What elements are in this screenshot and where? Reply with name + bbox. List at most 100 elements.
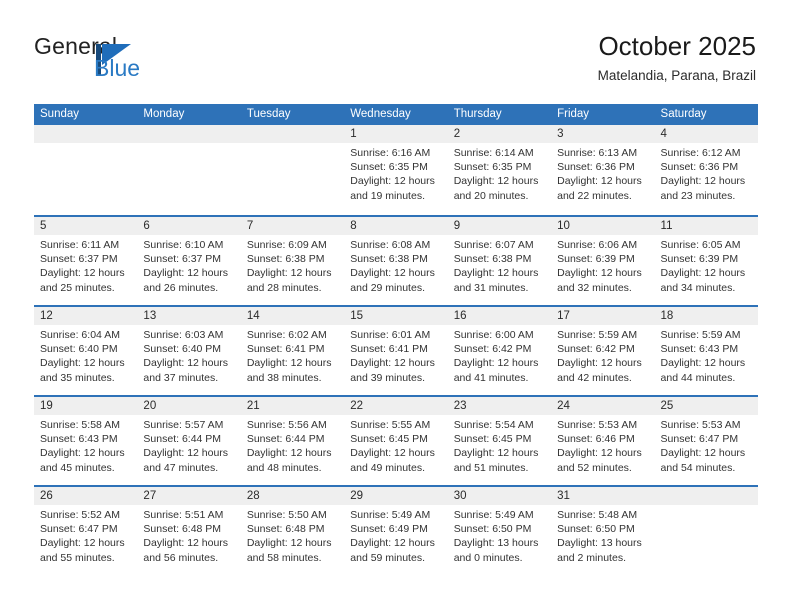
sunset-text: Sunset: 6:50 PM <box>557 523 635 536</box>
page-title: October 2025 <box>598 31 756 61</box>
day-cell[interactable]: 4 Sunrise: 6:12 AM Sunset: 6:36 PM Daylight… <box>655 125 758 215</box>
sunset-text: Sunset: 6:38 PM <box>350 253 428 266</box>
sunrise-text: Sunrise: 5:56 AM <box>246 419 327 431</box>
sunset-text: Sunset: 6:39 PM <box>660 253 739 266</box>
daylight-text-line1: Daylight: 12 hours <box>350 537 435 550</box>
daylight-text-line2: and 0 minutes. <box>453 551 523 564</box>
day-number: 31 <box>557 490 570 502</box>
day-detail-lines: Sunrise: 6:14 AM Sunset: 6:35 PM Daylight:… <box>454 146 545 203</box>
day-cell[interactable]: 24 Sunrise: 5:53 AM Sunset: 6:46 PM Dayligh… <box>551 397 654 485</box>
sunrise-text: Sunrise: 6:01 AM <box>350 329 431 341</box>
day-cell[interactable]: 28 Sunrise: 5:50 AM Sunset: 6:48 PM Dayligh… <box>241 487 344 575</box>
day-detail-lines: Sunrise: 5:59 AM Sunset: 6:43 PM Daylight:… <box>661 328 752 385</box>
sunset-text: Sunset: 6:38 PM <box>453 253 532 266</box>
day-cell[interactable]: 22 Sunrise: 5:55 AM Sunset: 6:45 PM Dayligh… <box>344 397 447 485</box>
day-detail-lines: Sunrise: 6:01 AM Sunset: 6:41 PM Daylight:… <box>350 328 441 385</box>
sunset-text: Sunset: 6:42 PM <box>557 343 635 356</box>
day-cell[interactable]: 5 Sunrise: 6:11 AM Sunset: 6:37 PM Daylight… <box>34 217 137 305</box>
weekday-friday: Friday <box>557 108 590 120</box>
daylight-text-line1: Daylight: 13 hours <box>453 537 539 550</box>
sunset-text: Sunset: 6:41 PM <box>246 343 325 356</box>
daylight-text-line2: and 37 minutes. <box>143 371 219 384</box>
daylight-text-line1: Daylight: 12 hours <box>143 357 229 370</box>
day-cell[interactable]: 29 Sunrise: 5:49 AM Sunset: 6:49 PM Dayligh… <box>344 487 447 575</box>
day-number: 5 <box>40 220 47 232</box>
day-cell[interactable]: 15 Sunrise: 6:01 AM Sunset: 6:41 PM Dayligh… <box>344 307 447 395</box>
day-detail-lines: Sunrise: 5:51 AM Sunset: 6:48 PM Daylight:… <box>143 508 234 565</box>
sunrise-text: Sunrise: 6:07 AM <box>453 239 534 251</box>
day-cell[interactable]: 13 Sunrise: 6:03 AM Sunset: 6:40 PM Dayligh… <box>137 307 240 395</box>
day-cell[interactable]: 9 Sunrise: 6:07 AM Sunset: 6:38 PM Daylight… <box>448 217 551 305</box>
sunrise-text: Sunrise: 5:53 AM <box>557 419 638 431</box>
daylight-text-line2: and 59 minutes. <box>350 551 425 564</box>
weekday-header-row: Sunday Monday Tuesday Wednesday Thursday… <box>34 104 758 125</box>
sunrise-text: Sunrise: 6:14 AM <box>453 147 534 159</box>
day-detail-lines: Sunrise: 6:02 AM Sunset: 6:41 PM Daylight:… <box>247 328 338 385</box>
sunset-text: Sunset: 6:45 PM <box>350 433 428 446</box>
daylight-text-line2: and 54 minutes. <box>660 461 736 474</box>
day-cell[interactable]: 7 Sunrise: 6:09 AM Sunset: 6:38 PM Daylight… <box>241 217 344 305</box>
sunrise-text: Sunrise: 5:48 AM <box>557 509 638 521</box>
page-header: General Blue October 2025 Matelandia, Pa… <box>0 0 792 100</box>
calendar-grid: Sunday Monday Tuesday Wednesday Thursday… <box>34 104 758 575</box>
day-cell[interactable]: 25 Sunrise: 5:53 AM Sunset: 6:47 PM Dayligh… <box>655 397 758 485</box>
daylight-text-line1: Daylight: 12 hours <box>453 447 539 460</box>
daylight-text-line2: and 25 minutes. <box>40 281 115 294</box>
daylight-text-line1: Daylight: 12 hours <box>557 357 642 370</box>
daylight-text-line1: Daylight: 12 hours <box>557 447 642 460</box>
day-number: 27 <box>143 490 157 502</box>
day-cell[interactable]: 16 Sunrise: 6:00 AM Sunset: 6:42 PM Dayligh… <box>448 307 551 395</box>
day-number: 8 <box>350 220 357 232</box>
day-detail-lines: Sunrise: 5:58 AM Sunset: 6:43 PM Daylight:… <box>40 418 131 475</box>
sunset-text: Sunset: 6:43 PM <box>660 343 739 356</box>
day-cell[interactable]: 30 Sunrise: 5:49 AM Sunset: 6:50 PM Dayligh… <box>448 487 551 575</box>
day-cell[interactable]: 21 Sunrise: 5:56 AM Sunset: 6:44 PM Dayligh… <box>241 397 344 485</box>
day-cell[interactable]: 18 Sunrise: 5:59 AM Sunset: 6:43 PM Dayligh… <box>655 307 758 395</box>
day-cell[interactable]: 6 Sunrise: 6:10 AM Sunset: 6:37 PM Daylight… <box>137 217 240 305</box>
day-cell[interactable]: 3 Sunrise: 6:13 AM Sunset: 6:36 PM Daylight… <box>551 125 654 215</box>
sunset-text: Sunset: 6:42 PM <box>453 343 532 356</box>
week-inner: 1 Sunrise: 6:16 AM Sunset: 6:35 PM Daylight… <box>34 125 758 215</box>
day-detail-lines: Sunrise: 5:55 AM Sunset: 6:45 PM Daylight:… <box>350 418 441 475</box>
sunrise-text: Sunrise: 5:50 AM <box>246 509 327 521</box>
sunset-text: Sunset: 6:50 PM <box>453 523 532 536</box>
day-cell[interactable]: 17 Sunrise: 5:59 AM Sunset: 6:42 PM Dayligh… <box>551 307 654 395</box>
calendar-week-row: 1 Sunrise: 6:16 AM Sunset: 6:35 PM Daylight… <box>34 125 758 215</box>
day-cell[interactable]: 27 Sunrise: 5:51 AM Sunset: 6:48 PM Dayligh… <box>137 487 240 575</box>
day-detail-lines: Sunrise: 5:52 AM Sunset: 6:47 PM Daylight:… <box>40 508 131 565</box>
day-number: 17 <box>557 310 570 322</box>
day-cell[interactable]: 20 Sunrise: 5:57 AM Sunset: 6:44 PM Dayligh… <box>137 397 240 485</box>
day-number: 10 <box>557 220 570 232</box>
sunrise-text: Sunrise: 6:03 AM <box>143 329 224 341</box>
calendar-page: General Blue October 2025 Matelandia, Pa… <box>0 0 792 612</box>
day-cell[interactable]: 8 Sunrise: 6:08 AM Sunset: 6:38 PM Daylight… <box>344 217 447 305</box>
day-cell[interactable]: 10 Sunrise: 6:06 AM Sunset: 6:39 PM Dayligh… <box>551 217 654 305</box>
day-cell[interactable]: 14 Sunrise: 6:02 AM Sunset: 6:41 PM Dayligh… <box>241 307 344 395</box>
sunrise-text: Sunrise: 5:49 AM <box>453 509 534 521</box>
day-cell[interactable]: 12 Sunrise: 6:04 AM Sunset: 6:40 PM Dayligh… <box>34 307 137 395</box>
day-cell[interactable]: 19 Sunrise: 5:58 AM Sunset: 6:43 PM Dayligh… <box>34 397 137 485</box>
sunset-text: Sunset: 6:47 PM <box>660 433 739 446</box>
day-cell[interactable]: 11 Sunrise: 6:05 AM Sunset: 6:39 PM Dayligh… <box>655 217 758 305</box>
day-cell[interactable]: 23 Sunrise: 5:54 AM Sunset: 6:45 PM Dayligh… <box>448 397 551 485</box>
day-detail-lines: Sunrise: 6:04 AM Sunset: 6:40 PM Daylight:… <box>40 328 131 385</box>
daylight-text-line2: and 28 minutes. <box>246 281 322 294</box>
calendar-week-row: 19 Sunrise: 5:58 AM Sunset: 6:43 PM Dayligh… <box>34 395 758 485</box>
daylight-text-line2: and 32 minutes. <box>557 281 632 294</box>
day-cell[interactable]: 1 Sunrise: 6:16 AM Sunset: 6:35 PM Daylight… <box>344 125 447 215</box>
day-detail-lines: Sunrise: 6:09 AM Sunset: 6:38 PM Daylight:… <box>247 238 338 295</box>
day-number: 26 <box>40 490 53 502</box>
day-number: 13 <box>143 310 157 322</box>
daylight-text-line1: Daylight: 12 hours <box>660 267 746 280</box>
daylight-text-line2: and 49 minutes. <box>350 461 425 474</box>
day-cell[interactable]: 26 Sunrise: 5:52 AM Sunset: 6:47 PM Dayligh… <box>34 487 137 575</box>
day-number: 21 <box>246 400 260 412</box>
sunset-text: Sunset: 6:36 PM <box>660 161 739 174</box>
day-cell[interactable]: 31 Sunrise: 5:48 AM Sunset: 6:50 PM Dayligh… <box>551 487 654 575</box>
day-cell-empty <box>137 125 240 215</box>
general-blue-logo: General Blue <box>34 33 214 91</box>
day-detail-lines: Sunrise: 6:16 AM Sunset: 6:35 PM Daylight:… <box>350 146 441 203</box>
daylight-text-line2: and 48 minutes. <box>246 461 322 474</box>
day-cell[interactable]: 2 Sunrise: 6:14 AM Sunset: 6:35 PM Daylight… <box>448 125 551 215</box>
daylight-text-line1: Daylight: 12 hours <box>143 267 229 280</box>
